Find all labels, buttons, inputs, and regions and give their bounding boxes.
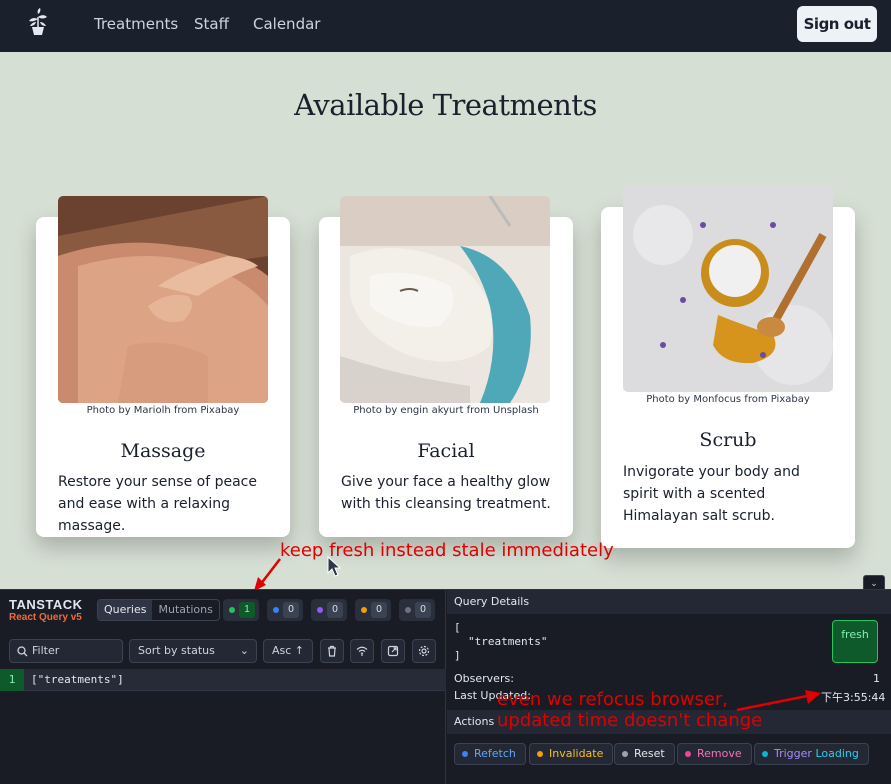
- react-query-devtools: TANSTACK React Query v5 Queries Mutation…: [0, 589, 891, 784]
- sort-select[interactable]: Sort by status ⌄: [129, 639, 257, 663]
- card-title: Scrub: [699, 429, 757, 451]
- search-icon: [17, 646, 28, 657]
- nav-link-treatments[interactable]: Treatments: [94, 15, 178, 33]
- query-key-detail: "treatments": [468, 635, 548, 648]
- devtools-subbrand: React Query v5: [9, 612, 82, 623]
- trigger-loading-button[interactable]: Trigger Loading: [754, 743, 869, 765]
- trash-icon: [328, 645, 336, 657]
- sign-out-button[interactable]: Sign out: [797, 6, 877, 42]
- card-description: Invigorate your body and spirit with a s…: [623, 464, 800, 524]
- observers-label: Observers:: [454, 672, 514, 685]
- pip-button[interactable]: [381, 639, 405, 663]
- offline-toggle-button[interactable]: [350, 639, 374, 663]
- treatment-card-massage[interactable]: Photo by Mariolh from Pixabay Massage Re…: [36, 196, 290, 537]
- count-fresh[interactable]: 1: [223, 599, 259, 621]
- reset-button[interactable]: Reset: [614, 743, 675, 765]
- observer-count-badge: 1: [0, 669, 24, 691]
- observers-value: 1: [873, 672, 880, 685]
- view-toggle: Queries Mutations: [97, 599, 220, 621]
- devtools-collapse-chevron-icon[interactable]: ⌄: [863, 575, 885, 589]
- count-stale[interactable]: 0: [355, 599, 391, 621]
- annotation-bottom-line2: updated time doesn't change: [497, 710, 763, 731]
- card-title: Massage: [120, 440, 206, 462]
- photo-credit: Photo by Monfocus from Pixabay: [646, 394, 810, 405]
- photo-credit: Photo by engin akyurt from Unsplash: [353, 405, 539, 416]
- photo-credit: Photo by Mariolh from Pixabay: [86, 405, 240, 416]
- chevron-down-icon: ⌄: [239, 644, 249, 657]
- settings-button[interactable]: [412, 639, 436, 663]
- nav-link-calendar[interactable]: Calendar: [253, 15, 320, 33]
- query-details-header: Query Details: [447, 590, 891, 614]
- query-row[interactable]: 1 ["treatments"]: [0, 669, 446, 691]
- wifi-icon: [356, 646, 368, 656]
- refetch-button[interactable]: Refetch: [454, 743, 526, 765]
- queries-pane: TANSTACK React Query v5 Queries Mutation…: [0, 590, 446, 784]
- last-updated-value: 下午3:55:44: [821, 691, 886, 704]
- count-inactive[interactable]: 0: [399, 599, 435, 621]
- annotation-bottom-line1: even we refocus browser,: [497, 689, 729, 710]
- sort-order-button[interactable]: Asc ↑: [263, 639, 313, 663]
- query-details-pane: Query Details [ "treatments" ] fresh Obs…: [447, 590, 891, 784]
- status-badge: fresh: [832, 620, 878, 663]
- count-paused[interactable]: 0: [311, 599, 347, 621]
- plant-logo-icon[interactable]: [24, 7, 52, 37]
- external-window-icon: [387, 645, 399, 657]
- treatment-card-scrub[interactable]: Photo by Monfocus from Pixabay Scrub Inv…: [601, 185, 855, 548]
- annotation-arrow-bottom: [736, 690, 821, 712]
- nav-link-staff[interactable]: Staff: [194, 15, 229, 33]
- query-key: ["treatments"]: [31, 673, 124, 686]
- arrow-up-icon: ↑: [294, 644, 304, 657]
- devtools-brand: TANSTACK: [9, 597, 83, 612]
- massage-photo: [58, 196, 268, 403]
- gear-icon: [418, 645, 430, 657]
- count-fetching[interactable]: 0: [267, 599, 303, 621]
- facial-photo: [340, 196, 550, 403]
- card-description: Restore your sense of peace and ease wit…: [58, 474, 257, 534]
- tab-queries[interactable]: Queries: [98, 600, 153, 620]
- page-title: Available Treatments: [294, 88, 597, 122]
- card-description: Give your face a healthy glow with this …: [341, 474, 551, 512]
- cursor-pointer-icon: [327, 556, 341, 577]
- card-title: Facial: [417, 440, 475, 462]
- clear-cache-button[interactable]: [320, 639, 344, 663]
- filter-input[interactable]: Filter: [9, 639, 123, 663]
- top-navbar: Treatments Staff Calendar Sign out: [0, 0, 891, 52]
- scrub-photo: [623, 185, 833, 392]
- tab-mutations[interactable]: Mutations: [152, 600, 218, 620]
- remove-button[interactable]: Remove: [677, 743, 752, 765]
- invalidate-button[interactable]: Invalidate: [529, 743, 614, 765]
- treatment-card-facial[interactable]: Photo by engin akyurt from Unsplash Faci…: [319, 196, 573, 537]
